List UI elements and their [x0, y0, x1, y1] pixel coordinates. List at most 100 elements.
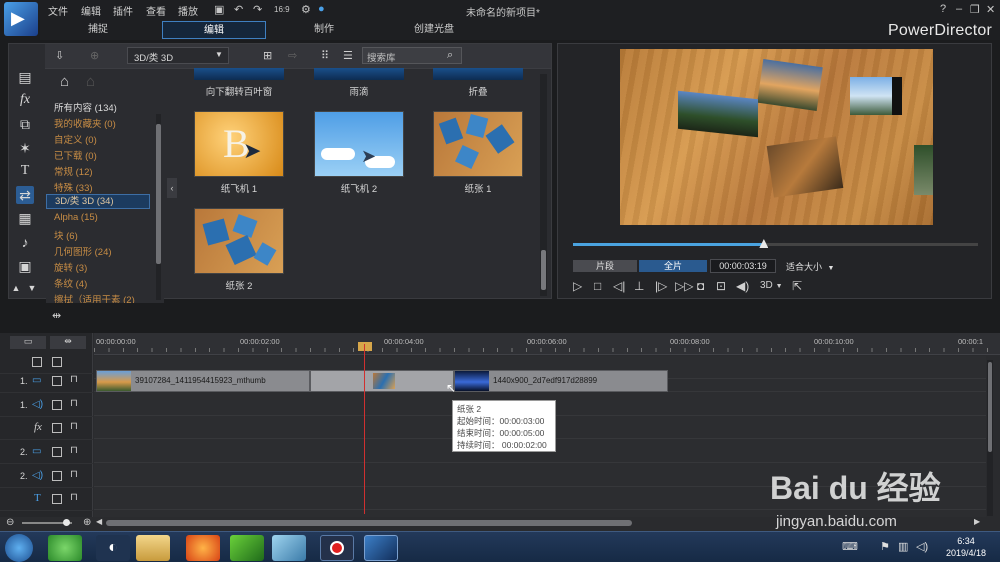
movie-mode-button[interactable]: 全片 [639, 260, 707, 272]
volume-tray-icon[interactable]: ◁) [916, 540, 928, 553]
menu-edit[interactable]: 编辑 [81, 3, 101, 18]
green-app-icon[interactable] [230, 535, 264, 561]
flag-icon[interactable]: ⚑ [880, 540, 890, 553]
import-media-icon[interactable]: ⇩ [55, 49, 64, 62]
category-special[interactable]: 特殊 (33) [54, 180, 93, 194]
playhead-marker[interactable] [358, 342, 372, 351]
record-app-icon[interactable] [320, 535, 354, 561]
category-favorites[interactable]: 我的收藏夹 (0) [54, 116, 116, 130]
fit-timeline-icon[interactable]: ⇹ [50, 336, 86, 349]
checkbox-icon[interactable] [52, 447, 62, 457]
category-scrollbar-thumb[interactable] [156, 124, 161, 264]
upgrade-icon[interactable]: ● [318, 3, 325, 15]
scroll-up-icon[interactable]: ▲ [10, 279, 22, 297]
pip-room-icon[interactable]: ⧉ [16, 115, 34, 133]
restore-icon[interactable]: ❐ [970, 3, 980, 16]
category-dropdown[interactable]: 3D/类 3D ▼ [127, 47, 229, 64]
zoom-out-icon[interactable]: ⊖ [6, 517, 14, 528]
category-all[interactable]: 所有内容 (134) [54, 100, 117, 114]
tab-create-disc[interactable]: 创建光盘 [382, 21, 486, 39]
library-scrollbar[interactable] [540, 74, 547, 296]
play-icon[interactable]: ▷ [573, 279, 582, 293]
3d-mode-button[interactable]: 3D ▼ [760, 280, 783, 291]
category-alpha[interactable]: Alpha (15) [54, 212, 98, 223]
start-button-icon[interactable] [5, 534, 33, 562]
tab-edit[interactable]: 编辑 [162, 21, 266, 39]
library-scrollbar-thumb[interactable] [541, 250, 546, 290]
category-stripe[interactable]: 条纹 (4) [54, 276, 87, 290]
checkbox-icon[interactable] [52, 376, 62, 386]
audio-mixing-icon[interactable]: ▦ [16, 209, 34, 227]
tab-produce[interactable]: 制作 [272, 21, 376, 39]
menu-file[interactable]: 文件 [48, 3, 68, 18]
thumbnail-partial[interactable] [314, 68, 404, 80]
help-icon[interactable]: ? [940, 3, 946, 15]
scroll-left-icon[interactable]: ◀ [96, 517, 102, 526]
media-room-icon[interactable]: ▤ [16, 68, 34, 86]
lock-icon[interactable]: ⊓ [70, 445, 78, 456]
timeline-vscroll-thumb[interactable] [988, 362, 992, 452]
category-block[interactable]: 块 (6) [54, 228, 78, 242]
category-3d[interactable]: 3D/类 3D (34) [46, 194, 150, 209]
lock-icon[interactable]: ⊓ [70, 469, 78, 480]
thumbnail-partial[interactable] [433, 68, 523, 80]
voice-over-icon[interactable]: ♪ [16, 233, 34, 251]
transition-room-icon[interactable]: ⇄ [16, 186, 34, 204]
thumbnail-partial[interactable] [194, 68, 284, 80]
list-view-icon[interactable]: ☰ [343, 49, 353, 62]
timeline-ruler[interactable]: 00:00:00:00 00:00:02:00 00:00:04:00 00:0… [94, 333, 1000, 355]
zoom-slider-handle[interactable] [63, 519, 70, 526]
aspect-ratio-icon[interactable]: 16:9 [274, 5, 290, 14]
undo-icon[interactable]: ↶ [234, 3, 243, 16]
scroll-down-icon[interactable]: ▼ [26, 279, 38, 297]
fast-forward-icon[interactable]: ▷▷ [675, 279, 693, 293]
split-icon[interactable]: ⊥ [634, 279, 644, 293]
timeline-clip[interactable]: 1440x900_2d7edf917d28899 [454, 370, 668, 392]
stop-icon[interactable]: □ [594, 279, 601, 293]
settings-gear-icon[interactable]: ⚙ [301, 3, 311, 16]
lock-icon[interactable]: ⊓ [70, 492, 78, 503]
checkbox-icon[interactable] [52, 494, 62, 504]
chapter-room-icon[interactable]: ▣ [16, 257, 34, 275]
add-category-icon[interactable]: ⌂ [60, 73, 69, 90]
grid-view-icon[interactable]: ⠿ [321, 49, 329, 62]
network-icon[interactable]: ▥ [898, 540, 908, 553]
fit-size-dropdown[interactable]: 适合大小 ▼ [786, 260, 842, 273]
redo-icon[interactable]: ↷ [253, 3, 262, 16]
next-frame-icon[interactable]: |▷ [655, 279, 667, 293]
lock-icon[interactable]: ⊓ [70, 398, 78, 409]
playhead-line[interactable] [364, 344, 365, 514]
previous-frame-icon[interactable]: ◁| [613, 279, 625, 293]
title-room-icon[interactable]: T [16, 162, 34, 180]
tab-capture[interactable]: 捕捉 [46, 21, 150, 39]
firefox-icon[interactable] [186, 535, 220, 561]
track-manager-icon[interactable]: ▭ [10, 336, 46, 349]
save-icon[interactable]: ▣ [214, 3, 224, 16]
category-geometric[interactable]: 几何图形 (24) [54, 244, 112, 258]
powerdirector-task-icon[interactable] [364, 535, 398, 561]
timeline-hscroll-thumb[interactable] [106, 520, 632, 526]
effects-room-icon[interactable]: fx [16, 91, 34, 109]
browser-360-icon[interactable] [48, 535, 82, 561]
timecode-display[interactable]: 00:00:03:19 [710, 259, 776, 273]
lock-icon[interactable]: ⊓ [70, 421, 78, 432]
category-rotate[interactable]: 旋转 (3) [54, 260, 87, 274]
checkbox-icon[interactable] [52, 400, 62, 410]
export-icon[interactable]: ⇨ [288, 49, 297, 62]
split-panel-icon[interactable]: ⇹ [52, 309, 61, 322]
snapshot-icon[interactable]: ◘ [697, 279, 704, 293]
timeline-clip[interactable]: 39107284_1411954415923_mthumb [96, 370, 310, 392]
clip-mode-button[interactable]: 片段 [573, 260, 637, 272]
search-icon[interactable]: ⌕ [447, 49, 453, 62]
search-input[interactable]: 搜索库 ⌕ [362, 47, 462, 64]
category-custom[interactable]: 自定义 (0) [54, 132, 97, 146]
category-general[interactable]: 常规 (12) [54, 164, 93, 178]
keyboard-icon[interactable]: ⌨ [842, 540, 858, 553]
checkbox-icon[interactable] [32, 357, 42, 367]
particle-room-icon[interactable]: ✶ [16, 139, 34, 157]
system-clock[interactable]: 6:34 2019/4/18 [946, 535, 986, 559]
checkbox-icon[interactable] [52, 357, 62, 367]
category-downloaded[interactable]: 已下载 (0) [54, 148, 97, 162]
checkbox-icon[interactable] [52, 423, 62, 433]
menu-playback[interactable]: 播放 [178, 3, 198, 18]
